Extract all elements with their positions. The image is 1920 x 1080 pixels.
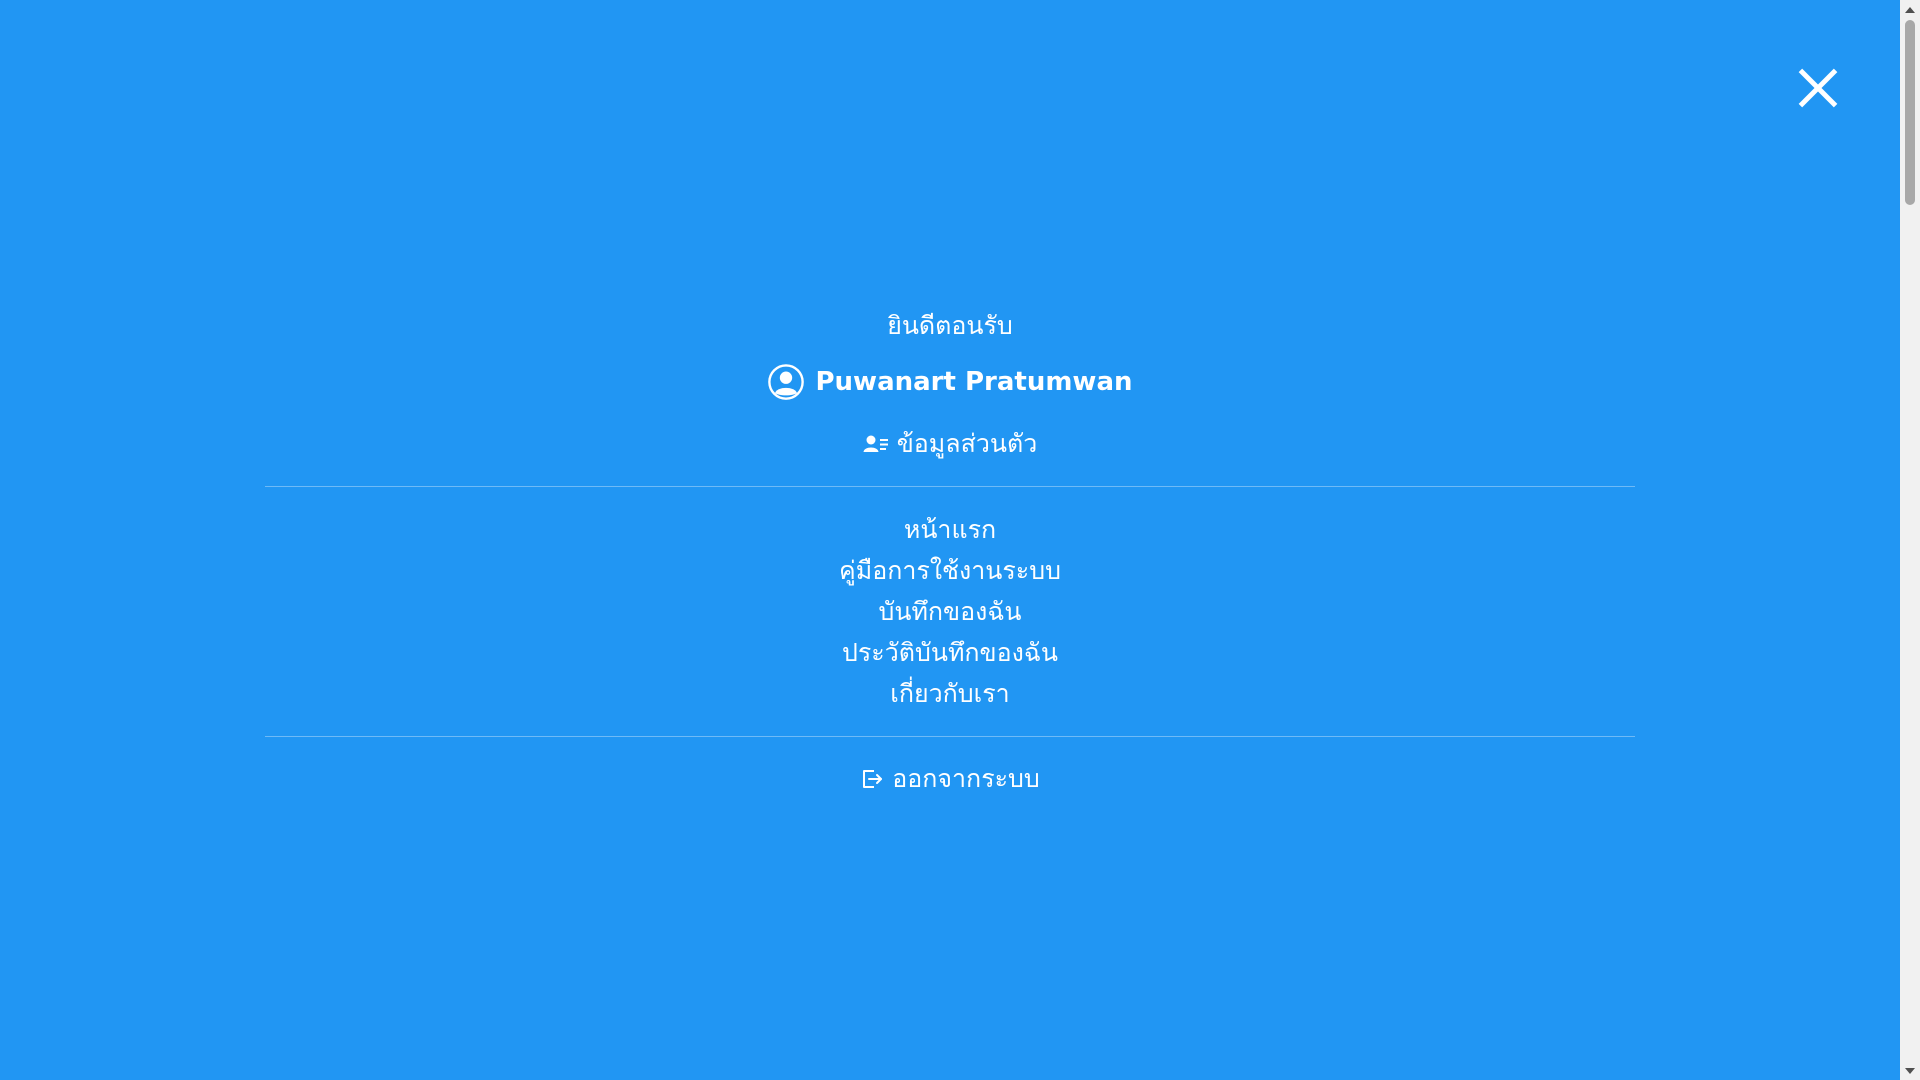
scroll-up-arrow-icon[interactable] — [1900, 0, 1920, 18]
logout-icon — [860, 767, 884, 791]
nav-item-manual[interactable]: คู่มือการใช้งานระบบ — [265, 550, 1635, 591]
user-info: Puwanart Pratumwan — [767, 362, 1133, 402]
scroll-down-arrow-icon[interactable] — [1900, 1062, 1920, 1080]
user-card-icon — [863, 433, 889, 455]
profile-label: ข้อมูลส่วนตัว — [896, 429, 1038, 458]
scrollbar-thumb[interactable] — [1905, 20, 1915, 205]
welcome-text: ยินดีตอนรับ — [887, 311, 1013, 340]
vertical-scrollbar[interactable] — [1900, 0, 1920, 1080]
menu-overlay: ยินดีตอนรับ Puwanart Pratumwan ข้อมูลส่ว… — [0, 0, 1900, 1080]
logout-label: ออกจากระบบ — [892, 764, 1040, 793]
close-icon — [1798, 68, 1838, 108]
logout-button[interactable]: ออกจากระบบ — [265, 759, 1635, 799]
nav-item-note-history[interactable]: ประวัติบันทึกของฉัน — [265, 632, 1635, 673]
side-menu: ยินดีตอนรับ Puwanart Pratumwan ข้อมูลส่ว… — [265, 300, 1635, 799]
divider — [265, 736, 1635, 737]
divider — [265, 486, 1635, 487]
close-button[interactable] — [1790, 60, 1846, 116]
profile-link[interactable]: ข้อมูลส่วนตัว — [265, 424, 1635, 464]
nav-item-about[interactable]: เกี่ยวกับเรา — [265, 673, 1635, 714]
nav-item-home[interactable]: หน้าแรก — [265, 509, 1635, 550]
user-name: Puwanart Pratumwan — [815, 367, 1133, 397]
nav-item-my-notes[interactable]: บันทึกของฉัน — [265, 591, 1635, 632]
user-circle-icon — [767, 363, 805, 401]
nav-list: หน้าแรก คู่มือการใช้งานระบบ บันทึกของฉัน… — [265, 509, 1635, 714]
